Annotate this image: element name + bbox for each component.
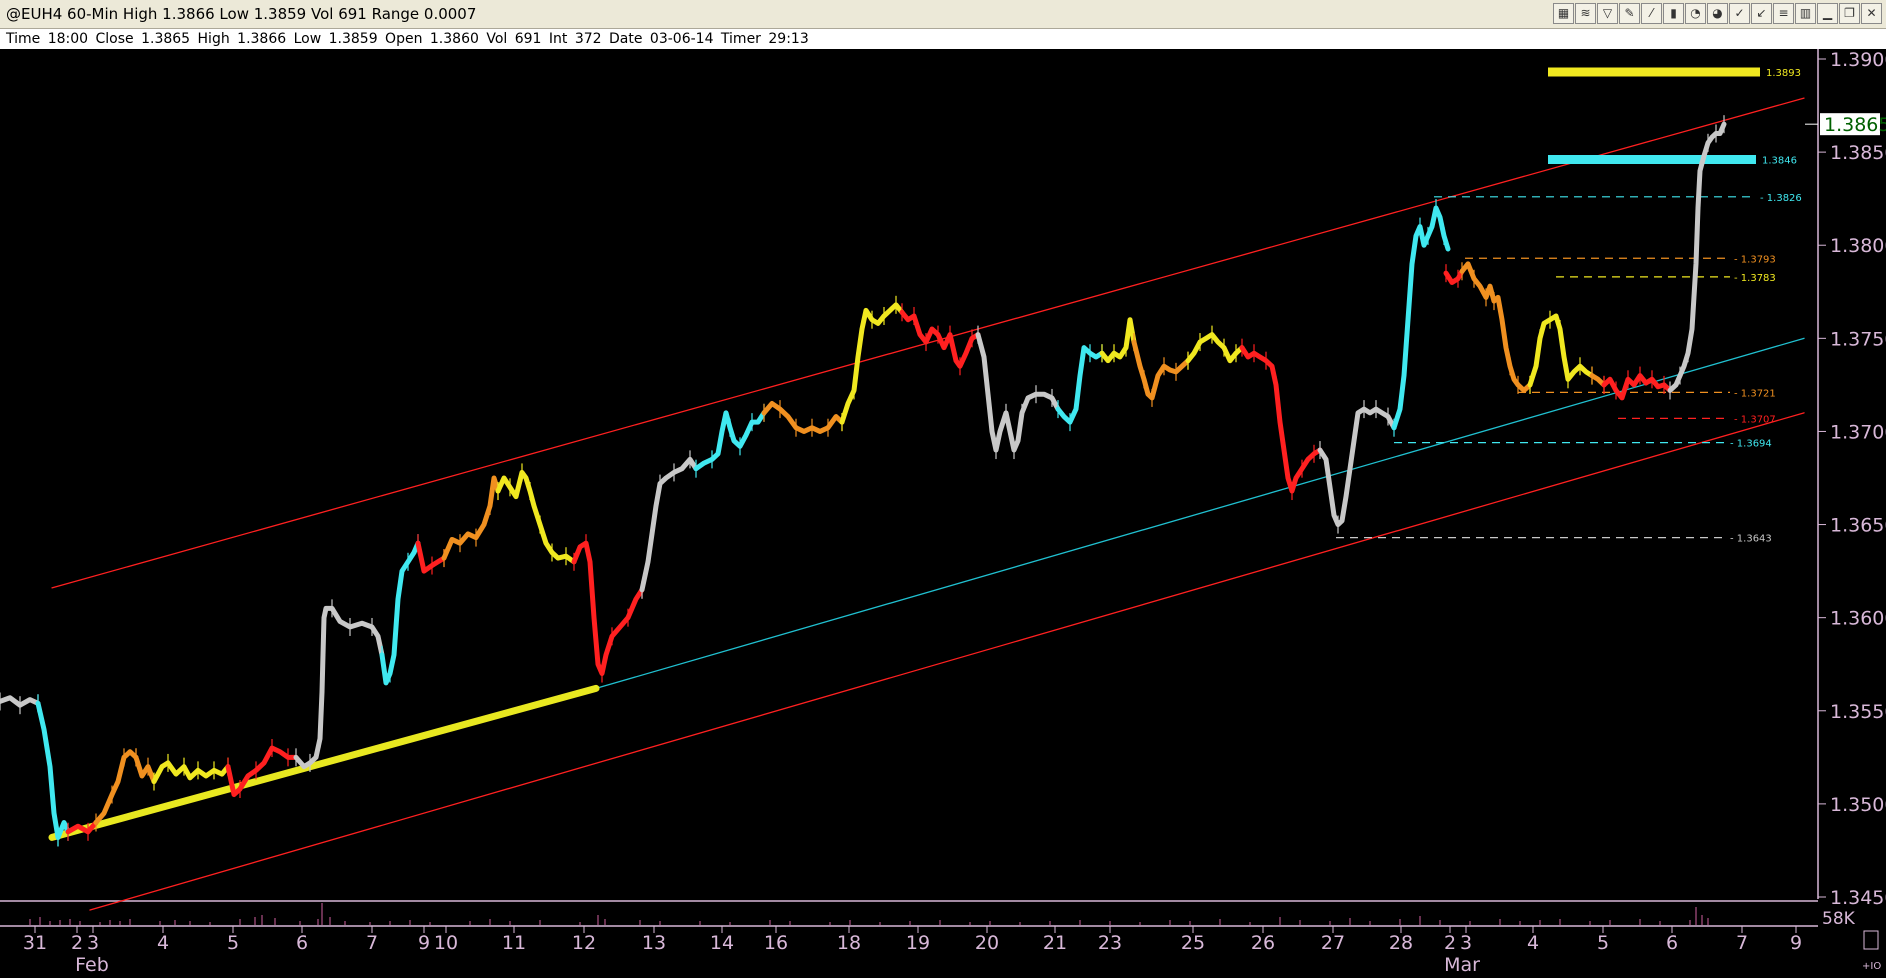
clock-icon[interactable]: ◔ [1685, 3, 1706, 24]
x-tick-label: 20 [975, 932, 999, 954]
trash-icon[interactable]: ▥ [1795, 3, 1816, 24]
month-label: Mar [1444, 954, 1480, 976]
pencil-icon[interactable]: ✎ [1619, 3, 1640, 24]
restore-icon[interactable]: ❐ [1839, 3, 1860, 24]
x-tick-label: 4 [157, 932, 169, 954]
data-info-bar: Time 18:00 Close 1.3865 High 1.3866 Low … [0, 29, 1886, 50]
x-tick-label: 16 [764, 932, 788, 954]
cursor-icon[interactable]: ≋ [1575, 3, 1596, 24]
x-tick-label: 27 [1321, 932, 1345, 954]
level-label: 1.3846 [1762, 156, 1797, 167]
level-label: - 1.3707 [1734, 414, 1776, 425]
chart-icon[interactable]: ▦ [1553, 3, 1574, 24]
x-tick-label: 9 [418, 932, 430, 954]
level-label: - 1.3793 [1734, 254, 1776, 265]
y-tick-label: 1.3900 [1830, 49, 1886, 71]
y-tick-label: 1.3850 [1830, 142, 1886, 164]
x-tick-label: 2 [71, 932, 83, 954]
window-title: @EUH4 60-Min High 1.3866 Low 1.3859 Vol … [6, 5, 477, 23]
x-tick-label: 10 [434, 932, 458, 954]
x-tick-label: 5 [1597, 932, 1609, 954]
title-bar: @EUH4 60-Min High 1.3866 Low 1.3859 Vol … [0, 0, 1886, 29]
x-tick-label: 3 [1460, 932, 1472, 954]
level-label: - 1.3643 [1730, 534, 1772, 545]
x-tick-label: 9 [1790, 932, 1802, 954]
x-tick-label: 21 [1043, 932, 1067, 954]
x-tick-label: 23 [1098, 932, 1122, 954]
x-tick-label: 6 [1666, 932, 1678, 954]
x-tick-label: 13 [642, 932, 666, 954]
chart-background [0, 49, 1886, 978]
x-tick-label: 7 [366, 932, 378, 954]
y-tick-label: 1.3600 [1830, 608, 1886, 630]
price-chart[interactable]: 1.3900 1.3850 1.3800 1.3750 1.3700 1.3650 1.36… [0, 49, 1886, 978]
x-tick-label: 12 [572, 932, 596, 954]
month-label: Feb [75, 954, 109, 976]
x-tick-label: 2 [1444, 932, 1456, 954]
level-label: - 1.3721 [1734, 388, 1776, 399]
y-tick-label: 1.3800 [1830, 235, 1886, 257]
x-tick-label: 4 [1527, 932, 1539, 954]
x-tick-label: 7 [1736, 932, 1748, 954]
check-icon[interactable]: ✓ [1729, 3, 1750, 24]
chart-window: @EUH4 60-Min High 1.3866 Low 1.3859 Vol … [0, 0, 1886, 978]
x-tick-label: 5 [227, 932, 239, 954]
current-price-label: 1.3865 [1824, 114, 1886, 136]
level-label: - 1.3783 [1734, 273, 1776, 284]
filter-icon[interactable]: ▽ [1597, 3, 1618, 24]
y-tick-label: 1.3550 [1830, 701, 1886, 723]
x-tick-label: 31 [23, 932, 47, 954]
x-tick-label: 28 [1389, 932, 1413, 954]
x-tick-label: 3 [87, 932, 99, 954]
x-tick-label: 18 [837, 932, 861, 954]
level-label: 1.3893 [1766, 68, 1801, 79]
x-tick-label: 6 [296, 932, 308, 954]
brush-icon[interactable]: ⁄ [1641, 3, 1662, 24]
y-tick-label: 1.3450 [1830, 887, 1886, 909]
toolbar: ▦ ≋ ▽ ✎ ⁄ ▮ ◔ ◕ ✓ ↙ ≡ ▥ ▁ ❐ ✕ [1553, 3, 1882, 25]
draw-icon[interactable]: ↙ [1751, 3, 1772, 24]
y-tick-label: 1.3700 [1830, 421, 1886, 443]
candle-icon[interactable]: ▮ [1663, 3, 1684, 24]
x-tick-label: 26 [1251, 932, 1275, 954]
close-icon[interactable]: ✕ [1861, 3, 1882, 24]
x-tick-label: 11 [502, 932, 526, 954]
y-tick-label: 1.3500 [1830, 794, 1886, 816]
x-tick-label: 19 [906, 932, 930, 954]
corner-label: +IO [1862, 961, 1881, 972]
y-tick-label: 1.3650 [1830, 515, 1886, 537]
volume-axis-label: 58K [1822, 909, 1856, 929]
minimize-icon[interactable]: ▁ [1817, 3, 1838, 24]
level-label: - 1.3826 [1760, 193, 1802, 204]
bars-icon[interactable]: ≡ [1773, 3, 1794, 24]
alarm-icon[interactable]: ◕ [1707, 3, 1728, 24]
bar-info-text: Time 18:00 Close 1.3865 High 1.3866 Low … [6, 31, 809, 47]
y-tick-label: 1.3750 [1830, 328, 1886, 350]
x-tick-label: 25 [1181, 932, 1205, 954]
x-tick-label: 14 [710, 932, 734, 954]
level-label: - 1.3694 [1730, 439, 1772, 450]
